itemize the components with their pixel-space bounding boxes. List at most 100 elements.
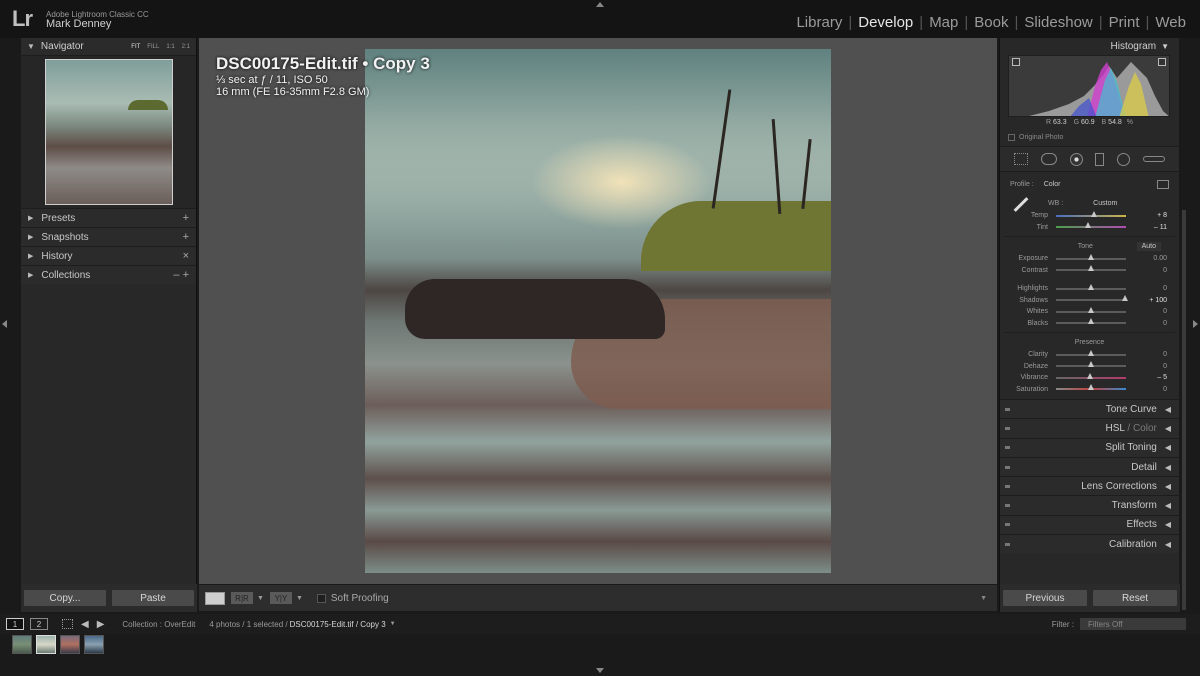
soft-proofing-checkbox[interactable]	[316, 593, 326, 603]
shadow-clipping-icon[interactable]	[1012, 58, 1020, 66]
dropdown-arrow-icon[interactable]: ▼	[257, 595, 264, 602]
contrast-slider[interactable]	[1056, 265, 1126, 272]
crop-overlay-icon[interactable]	[1014, 153, 1029, 165]
zoom-fill[interactable]: FILL	[147, 44, 159, 50]
panel-switch-icon[interactable]	[1005, 523, 1010, 527]
temp-slider[interactable]	[1056, 210, 1126, 217]
module-map[interactable]: Map	[923, 14, 964, 31]
exposure-slider-thumb[interactable]	[1088, 253, 1094, 260]
add-preset-button[interactable]: +	[183, 212, 189, 224]
module-library[interactable]: Library	[790, 14, 848, 31]
collections-section[interactable]: ▶ Collections – +	[21, 265, 196, 284]
filmstrip-path[interactable]: DSC00175-Edit.tif / Copy 3	[290, 620, 386, 629]
forward-arrow-icon[interactable]: ▶	[97, 619, 105, 630]
calibration-section[interactable]: Calibration ◀	[1000, 534, 1179, 554]
zoom-fit[interactable]: FIT	[131, 44, 140, 50]
vibrance-value[interactable]: – 5	[1126, 374, 1175, 381]
dropdown-arrow-icon[interactable]: ▼	[296, 595, 303, 602]
temp-value[interactable]: + 8	[1126, 212, 1175, 219]
copy-button[interactable]: Copy...	[24, 590, 106, 606]
bottom-panel-toggle-icon[interactable]	[596, 668, 604, 673]
temp-slider-thumb[interactable]	[1090, 210, 1097, 217]
before-after-swap-icon[interactable]: Y|Y	[269, 592, 292, 604]
highlight-clipping-icon[interactable]	[1158, 58, 1166, 66]
whites-slider[interactable]	[1056, 306, 1126, 313]
path-dropdown-icon[interactable]: ▼	[390, 621, 396, 627]
exposure-value[interactable]: 0.00	[1126, 255, 1175, 262]
vibrance-slider[interactable]	[1056, 372, 1126, 379]
blacks-slider[interactable]	[1056, 318, 1126, 325]
back-arrow-icon[interactable]: ◀	[81, 619, 89, 630]
filmstrip-thumb[interactable]	[36, 635, 56, 654]
dehaze-slider[interactable]	[1056, 361, 1126, 368]
shadows-slider[interactable]	[1056, 295, 1128, 302]
left-panel-toggle-icon[interactable]	[2, 320, 7, 328]
module-web[interactable]: Web	[1149, 14, 1192, 31]
white-balance-select[interactable]: Custom	[1093, 200, 1117, 207]
clarity-slider-thumb[interactable]	[1088, 349, 1094, 356]
main-photo[interactable]	[365, 49, 831, 573]
radial-filter-icon[interactable]	[1116, 152, 1130, 166]
panel-switch-icon[interactable]	[1005, 465, 1010, 469]
clarity-value[interactable]: 0	[1126, 351, 1175, 358]
collections-actions[interactable]: – +	[173, 269, 189, 281]
previous-button[interactable]: Previous	[1003, 590, 1087, 606]
tint-slider[interactable]	[1056, 222, 1126, 229]
top-panel-toggle-icon[interactable]	[596, 2, 604, 7]
clarity-slider[interactable]	[1056, 349, 1126, 356]
original-photo-toggle[interactable]: Original Photo	[1000, 131, 1179, 143]
zoom-2-1[interactable]: 2:1	[182, 44, 190, 50]
loupe-view-icon[interactable]	[205, 591, 225, 605]
add-snapshot-button[interactable]: +	[183, 231, 189, 243]
effects-section[interactable]: Effects ◀	[1000, 514, 1179, 535]
profile-select[interactable]: Color	[1044, 181, 1157, 188]
saturation-slider[interactable]	[1056, 384, 1126, 391]
module-book[interactable]: Book	[968, 14, 1014, 31]
before-after-icon[interactable]: R|R	[231, 592, 253, 604]
tint-slider-thumb[interactable]	[1084, 222, 1091, 229]
panel-switch-icon[interactable]	[1005, 542, 1010, 546]
profile-browser-icon[interactable]	[1157, 179, 1169, 189]
tone-curve-section[interactable]: Tone Curve ◀	[1000, 399, 1179, 419]
histogram-graph[interactable]	[1008, 55, 1170, 117]
dehaze-slider-thumb[interactable]	[1088, 361, 1094, 368]
highlights-value[interactable]: 0	[1126, 285, 1175, 292]
snapshots-section[interactable]: ▶ Snapshots +	[21, 227, 196, 246]
auto-tone-button[interactable]: Auto	[1136, 242, 1161, 251]
filmstrip-thumb[interactable]	[12, 635, 32, 654]
blacks-slider-thumb[interactable]	[1088, 318, 1094, 325]
toolbar-menu-icon[interactable]: ▼	[980, 595, 987, 602]
grid-view-icon[interactable]	[62, 619, 73, 629]
panel-switch-icon[interactable]	[1005, 426, 1010, 430]
reset-button[interactable]: Reset	[1093, 590, 1177, 606]
paste-button[interactable]: Paste	[112, 590, 194, 606]
module-develop[interactable]: Develop	[852, 14, 919, 31]
module-slideshow[interactable]: Slideshow	[1018, 14, 1098, 31]
module-print[interactable]: Print	[1103, 14, 1146, 31]
saturation-value[interactable]: 0	[1126, 386, 1175, 393]
original-photo-checkbox[interactable]	[1008, 133, 1015, 141]
panel-switch-icon[interactable]	[1005, 504, 1010, 508]
spot-removal-icon[interactable]	[1040, 153, 1057, 165]
page-1-button[interactable]: 1	[6, 618, 24, 630]
dehaze-value[interactable]: 0	[1126, 363, 1175, 370]
navigator-header[interactable]: ▼ Navigator FIT FILL 1:1 2:1	[21, 38, 196, 56]
panel-switch-icon[interactable]	[1005, 407, 1010, 411]
filmstrip-thumb[interactable]	[84, 635, 104, 654]
lens-corrections-section[interactable]: Lens Corrections ◀	[1000, 476, 1179, 496]
tint-value[interactable]: – 11	[1126, 224, 1175, 231]
graduated-filter-icon[interactable]	[1095, 152, 1105, 166]
page-2-button[interactable]: 2	[30, 618, 48, 630]
contrast-slider-thumb[interactable]	[1088, 265, 1094, 272]
exposure-slider[interactable]	[1056, 253, 1126, 260]
transform-section[interactable]: Transform ◀	[1000, 495, 1179, 515]
whites-slider-thumb[interactable]	[1088, 306, 1094, 313]
red-eye-icon[interactable]	[1069, 152, 1083, 166]
adjustment-brush-icon[interactable]	[1142, 156, 1165, 162]
blacks-value[interactable]: 0	[1126, 320, 1175, 327]
highlights-slider[interactable]	[1056, 283, 1126, 290]
vibrance-slider-thumb[interactable]	[1086, 372, 1093, 379]
filmstrip-collection[interactable]: Collection : OverEdit	[122, 620, 195, 629]
clear-history-button[interactable]: ×	[183, 250, 189, 262]
presets-section[interactable]: ▶ Presets +	[21, 208, 196, 227]
